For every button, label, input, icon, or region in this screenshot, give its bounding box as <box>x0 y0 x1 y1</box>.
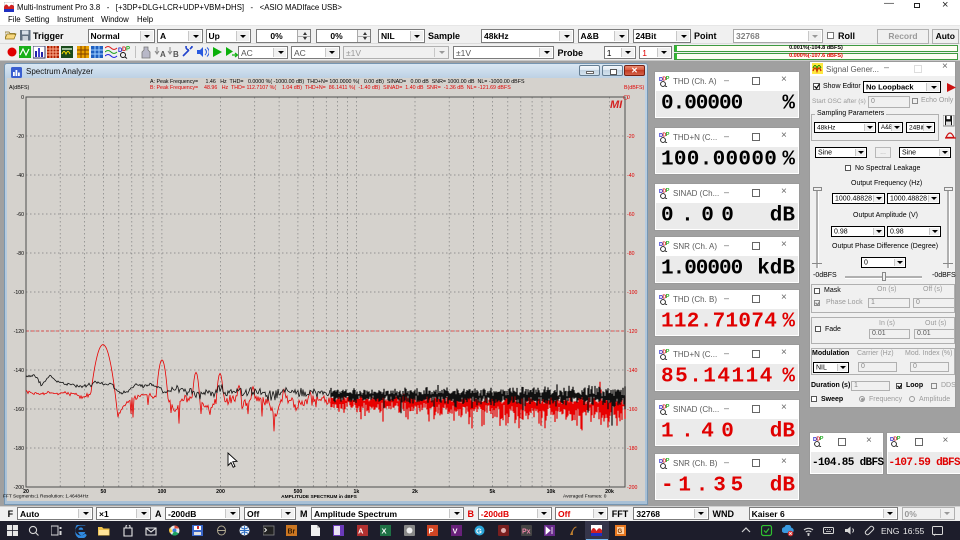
svg-text:P: P <box>666 241 670 247</box>
svg-text:5k: 5k <box>490 489 496 495</box>
svg-text:-140: -140 <box>627 368 637 374</box>
svg-text:-180: -180 <box>14 446 24 452</box>
svg-text:-20: -20 <box>17 134 25 140</box>
svg-text:-60: -60 <box>627 212 635 218</box>
svg-text:50: 50 <box>101 489 107 495</box>
svg-text:100: 100 <box>158 489 167 495</box>
svg-text:200: 200 <box>216 489 225 495</box>
svg-text:P: P <box>820 436 824 442</box>
svg-text:-60: -60 <box>17 212 25 218</box>
svg-text:-40: -40 <box>627 173 635 179</box>
svg-text:G: G <box>618 529 623 535</box>
svg-text:A: A <box>358 527 364 536</box>
svg-text:-160: -160 <box>14 407 24 413</box>
svg-text:P: P <box>666 404 670 410</box>
svg-text:0: 0 <box>21 95 24 101</box>
svg-text:G: G <box>476 527 482 536</box>
svg-text:AMPLITUDE SPECTRUM in dBFS: AMPLITUDE SPECTRUM in dBFS <box>281 494 357 500</box>
svg-text:P: P <box>666 76 670 82</box>
svg-text:-80: -80 <box>17 251 25 257</box>
svg-text:V: V <box>453 527 458 536</box>
svg-text:MI: MI <box>610 99 623 111</box>
svg-text:-160: -160 <box>627 407 637 413</box>
svg-text:-180: -180 <box>627 446 637 452</box>
svg-text:Px: Px <box>522 529 531 536</box>
svg-text:P: P <box>666 349 670 355</box>
svg-text:P: P <box>666 132 670 138</box>
svg-text:20k: 20k <box>605 489 614 495</box>
svg-text:X: X <box>382 527 387 536</box>
svg-text:-120: -120 <box>14 329 24 335</box>
svg-text:-200: -200 <box>627 485 637 491</box>
svg-text:-120: -120 <box>627 329 637 335</box>
svg-text:2k: 2k <box>412 489 418 495</box>
svg-text:A: A <box>160 50 166 59</box>
svg-text:-80: -80 <box>627 251 635 257</box>
svg-text:-40: -40 <box>17 173 25 179</box>
svg-text:Averaged Frames: 0: Averaged Frames: 0 <box>563 494 607 500</box>
svg-text:B: B <box>173 50 179 59</box>
svg-text:FFT Segments:1Resolution: 1.46: FFT Segments:1Resolution: 1.46484Hz <box>3 494 89 500</box>
svg-text:P: P <box>666 188 670 194</box>
svg-text:P: P <box>429 527 434 536</box>
svg-text:-140: -140 <box>14 368 24 374</box>
svg-text:-100: -100 <box>627 290 637 296</box>
svg-text:P: P <box>666 458 670 464</box>
svg-text:-100: -100 <box>14 290 24 296</box>
svg-text:P: P <box>666 294 670 300</box>
svg-text:Br: Br <box>288 529 296 536</box>
svg-text:10k: 10k <box>547 489 556 495</box>
svg-text:P: P <box>126 47 130 53</box>
svg-text:P: P <box>896 436 900 442</box>
svg-text:-20: -20 <box>627 134 635 140</box>
